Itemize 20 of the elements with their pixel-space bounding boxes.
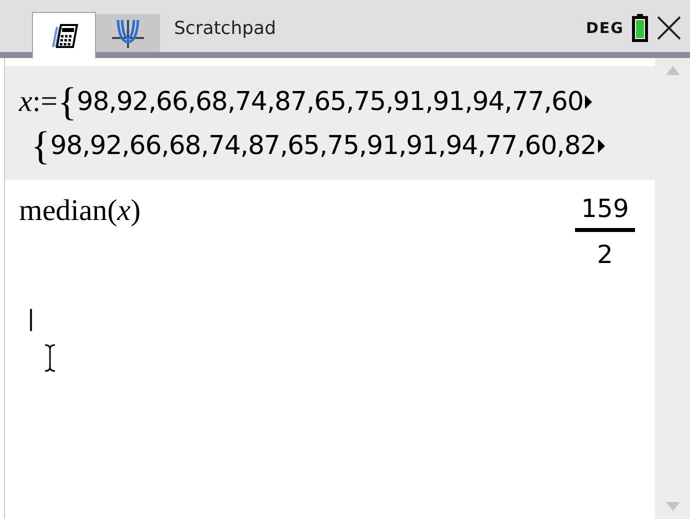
- denominator: 2: [597, 240, 613, 269]
- brace: {: [58, 82, 77, 122]
- list-values: 98,92,66,68,74,87,65,75,91,91,94,77,60: [76, 87, 584, 117]
- more-icon[interactable]: [585, 95, 592, 109]
- text-cursor: [30, 309, 32, 331]
- numerator: 159: [581, 194, 629, 223]
- document-title: Scratchpad: [174, 18, 276, 38]
- fraction-bar: [575, 228, 635, 232]
- close-icon[interactable]: [656, 15, 682, 41]
- angle-mode: DEG: [586, 19, 624, 37]
- app-tab[interactable]: [96, 14, 160, 52]
- history-entry[interactable]: x:={98,92,66,68,74,87,65,75,91,91,94,77,60 {98,92,66,68,74,87,65,75,91,91,94,77,60,82: [5, 66, 655, 180]
- result-values: 98,92,66,68,74,87,65,75,91,91,94,77,60,82: [50, 131, 596, 161]
- app-tab[interactable]: [32, 12, 96, 58]
- battery-icon: [632, 14, 648, 42]
- input-expression: x:=: [19, 85, 58, 119]
- more-icon[interactable]: [598, 139, 606, 153]
- input-expression: median(x): [19, 194, 141, 228]
- ibeam-pointer-icon: [43, 343, 57, 373]
- brace: {: [31, 126, 50, 166]
